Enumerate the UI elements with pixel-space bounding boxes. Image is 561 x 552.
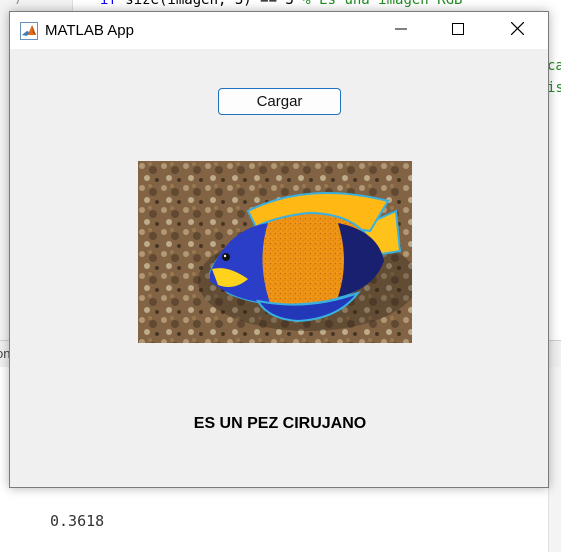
window-title: MATLAB App	[45, 22, 134, 39]
scrollbar[interactable]	[548, 367, 561, 552]
code-body: size(imagen, 3) == 3	[116, 0, 303, 8]
maximize-icon	[452, 22, 464, 40]
code-line[interactable]: if size(imagen, 3) == 3 % Es una imagen …	[100, 0, 462, 8]
result-label: ES UN PEZ CIRUJANO	[193, 415, 367, 432]
matlab-logo-icon	[20, 22, 38, 40]
line-number: 7	[14, 0, 23, 8]
title-bar[interactable]: MATLAB App	[10, 12, 548, 49]
code-comment: % Es una imagen RGB	[302, 0, 463, 8]
fish-image	[138, 161, 412, 343]
close-button[interactable]	[494, 12, 540, 49]
minimize-button[interactable]	[378, 12, 424, 49]
command-output: 0.3618	[50, 512, 105, 530]
code-fragment: is	[547, 80, 561, 96]
minimize-icon	[395, 22, 407, 40]
close-icon	[510, 21, 524, 40]
code-keyword: if	[100, 0, 117, 8]
load-button[interactable]: Cargar	[218, 88, 341, 115]
code-fragment: ca	[547, 58, 561, 74]
maximize-button[interactable]	[435, 12, 481, 49]
app-window: MATLAB App Cargar ES UN PEZ CIRUJANO	[9, 11, 549, 488]
